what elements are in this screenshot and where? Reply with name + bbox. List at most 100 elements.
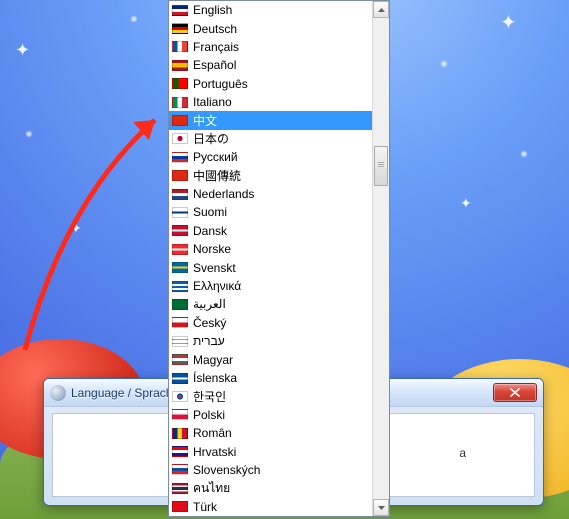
language-label: Русский xyxy=(193,150,238,164)
language-option[interactable]: Português xyxy=(169,75,372,93)
scroll-thumb[interactable] xyxy=(374,146,388,186)
language-option[interactable]: คนไทย xyxy=(169,479,372,497)
language-label: 中文 xyxy=(193,112,217,129)
language-option[interactable]: Polski xyxy=(169,406,372,424)
flag-icon xyxy=(172,501,188,512)
language-option[interactable]: 日本の xyxy=(169,130,372,148)
language-option[interactable]: Español xyxy=(169,56,372,74)
language-label: Ελληνικά xyxy=(193,279,241,293)
language-label: Român xyxy=(193,426,232,440)
language-option[interactable]: English xyxy=(169,1,372,19)
flag-icon xyxy=(172,373,188,384)
language-option[interactable]: Русский xyxy=(169,148,372,166)
flag-icon xyxy=(172,483,188,494)
globe-icon xyxy=(50,385,66,401)
language-option[interactable]: Slovenských xyxy=(169,461,372,479)
flag-icon xyxy=(172,281,188,292)
flag-icon xyxy=(172,409,188,420)
language-option[interactable]: Deutsch xyxy=(169,19,372,37)
language-option[interactable]: Dansk xyxy=(169,222,372,240)
language-option[interactable]: 한국인 xyxy=(169,387,372,405)
language-label: Svenskt xyxy=(193,261,236,275)
language-option[interactable]: Român xyxy=(169,424,372,442)
language-option[interactable]: Norske xyxy=(169,240,372,258)
flag-icon xyxy=(172,5,188,16)
scrollbar[interactable] xyxy=(372,1,389,516)
scroll-track[interactable] xyxy=(373,18,389,499)
sparkle-icon xyxy=(440,60,448,68)
language-label: Hrvatski xyxy=(193,445,236,459)
flag-icon xyxy=(172,170,188,181)
flag-icon xyxy=(172,336,188,347)
language-label: Polski xyxy=(193,408,225,422)
language-label: Magyar xyxy=(193,353,233,367)
star-icon: ✦ xyxy=(460,195,472,212)
language-label: Nederlands xyxy=(193,187,254,201)
sparkle-icon xyxy=(130,15,138,23)
language-option[interactable]: Français xyxy=(169,38,372,56)
close-button[interactable] xyxy=(493,383,537,402)
language-label: Íslenska xyxy=(193,371,237,385)
language-label: Türk xyxy=(193,500,217,514)
language-option[interactable]: Türk xyxy=(169,498,372,516)
language-option[interactable]: العربية xyxy=(169,295,372,313)
sparkle-icon xyxy=(25,130,33,138)
language-label: Norske xyxy=(193,242,231,256)
language-option[interactable]: Nederlands xyxy=(169,185,372,203)
language-option[interactable]: Italiano xyxy=(169,93,372,111)
flag-icon xyxy=(172,299,188,310)
language-label: คนไทย xyxy=(193,479,230,498)
language-label: 中國傳統 xyxy=(193,167,241,184)
language-option[interactable]: Suomi xyxy=(169,203,372,221)
language-list[interactable]: English Deutsch Français Español Português It… xyxy=(169,1,372,516)
language-label: Português xyxy=(193,77,248,91)
language-dropdown: English Deutsch Français Español Português It… xyxy=(168,0,390,517)
annotation-arrow-icon xyxy=(5,100,170,360)
language-option[interactable]: Svenskt xyxy=(169,258,372,276)
flag-icon xyxy=(172,262,188,273)
star-icon: ✦ xyxy=(500,10,517,35)
star-icon: ✦ xyxy=(70,220,82,237)
flag-icon xyxy=(172,244,188,255)
flag-icon xyxy=(172,152,188,163)
flag-icon xyxy=(172,133,188,144)
scroll-up-button[interactable] xyxy=(373,1,389,18)
flag-icon xyxy=(172,354,188,365)
flag-icon xyxy=(172,189,188,200)
language-label: Italiano xyxy=(193,95,232,109)
flag-icon xyxy=(172,97,188,108)
language-option[interactable]: Ελληνικά xyxy=(169,277,372,295)
flag-icon xyxy=(172,207,188,218)
language-label: Český xyxy=(193,316,226,330)
language-label: Slovenských xyxy=(193,463,260,477)
close-icon xyxy=(510,388,520,397)
language-label: 日本の xyxy=(193,130,229,147)
flag-icon xyxy=(172,41,188,52)
language-label: Français xyxy=(193,40,239,54)
dialog-body-text: a xyxy=(459,446,466,460)
scroll-down-button[interactable] xyxy=(373,499,389,516)
language-option[interactable]: Íslenska xyxy=(169,369,372,387)
language-label: 한국인 xyxy=(193,388,226,405)
flag-icon xyxy=(172,428,188,439)
flag-icon xyxy=(172,23,188,34)
language-label: Deutsch xyxy=(193,22,237,36)
flag-icon xyxy=(172,464,188,475)
flag-icon xyxy=(172,225,188,236)
star-icon: ✦ xyxy=(15,40,30,61)
language-option[interactable]: עברית xyxy=(169,332,372,350)
flag-icon xyxy=(172,60,188,71)
flag-icon xyxy=(172,115,188,126)
flag-icon xyxy=(172,446,188,457)
language-option[interactable]: Český xyxy=(169,314,372,332)
language-label: English xyxy=(193,3,232,17)
flag-icon xyxy=(172,317,188,328)
language-option[interactable]: Magyar xyxy=(169,350,372,368)
language-option[interactable]: 中國傳統 xyxy=(169,167,372,185)
language-option[interactable]: Hrvatski xyxy=(169,442,372,460)
chevron-down-icon xyxy=(378,506,385,510)
sparkle-icon xyxy=(520,150,528,158)
language-option[interactable]: 中文 xyxy=(169,111,372,129)
flag-icon xyxy=(172,391,188,402)
language-label: Dansk xyxy=(193,224,227,238)
